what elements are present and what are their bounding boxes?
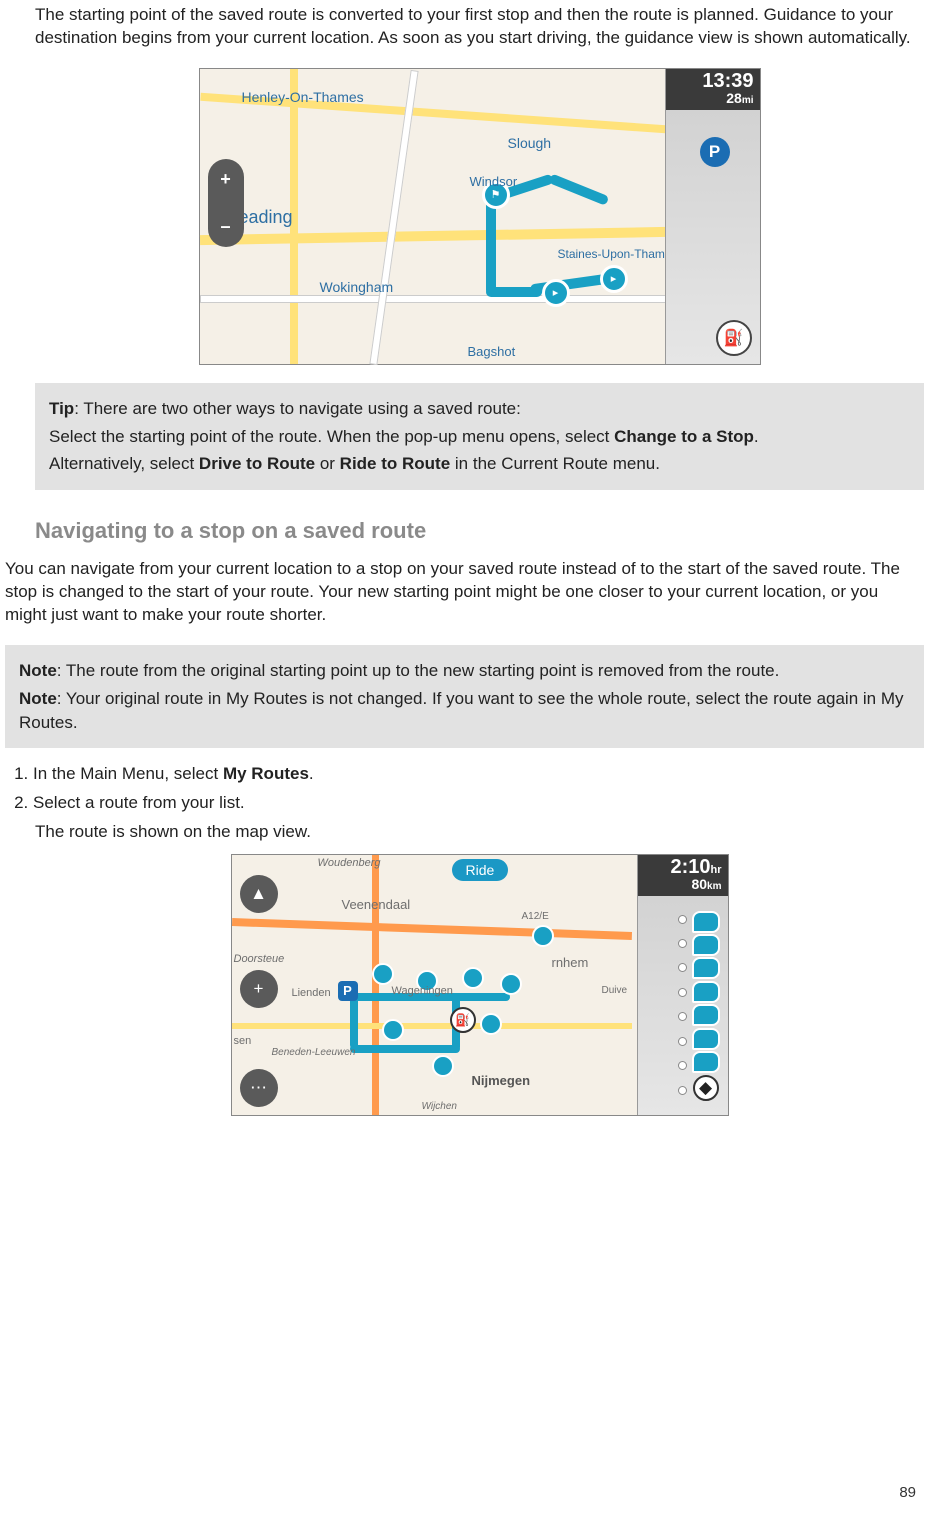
note-box: Note: The route from the original starti…	[5, 645, 924, 748]
parking-icon: P	[700, 137, 730, 167]
map-label: Veenendaal	[342, 897, 411, 912]
map-label: Slough	[508, 135, 552, 151]
map-screenshot-1: ⚑ ▸ ▸ Henley-On-Thames Slough Windsor Re…	[199, 68, 761, 365]
map-label: Bagshot	[468, 344, 516, 359]
map-label: Duive	[602, 985, 628, 996]
tip-box: Tip: There are two other ways to navigat…	[35, 383, 924, 490]
fuel-icon: ⛽	[450, 1007, 476, 1033]
map-label: Wokingham	[320, 279, 394, 295]
map-label: Wijchen	[422, 1101, 457, 1112]
parking-icon: P	[338, 981, 358, 1001]
eta-distance: 28mi	[672, 91, 754, 106]
ride-button[interactable]: Ride	[452, 859, 509, 881]
eta-time: 13:39	[672, 71, 754, 91]
map-screenshot-2: P ⛽ Ride Woudenberg Veenendaal A12/E Doo…	[231, 854, 729, 1116]
map-label: A12/E	[522, 911, 549, 922]
flag-pin-icon: ▸	[542, 279, 570, 307]
map-label: Woudenberg	[318, 857, 381, 869]
section-heading: Navigating to a stop on a saved route	[35, 518, 924, 544]
map-label: Windsor	[470, 174, 518, 189]
zoom-in-icon[interactable]: +	[220, 169, 231, 190]
map-label: Staines-Upon-Thames	[558, 247, 678, 261]
flag-pin-icon: ▸	[600, 265, 628, 293]
menu-icon[interactable]: ⋯	[240, 1069, 278, 1107]
page-number: 89	[899, 1484, 916, 1501]
step-subtext: The route is shown on the map view.	[35, 820, 924, 844]
map-label: Doorsteue	[234, 953, 285, 965]
map-label: Wageningen	[392, 985, 453, 997]
eta-time: 2:10hr	[644, 857, 722, 877]
map-label: Beneden-Leeuwen	[272, 1047, 356, 1058]
zoom-in-icon[interactable]: +	[240, 970, 278, 1008]
map-label: rnhem	[552, 955, 589, 970]
map-label: Lienden	[292, 987, 331, 999]
intro-paragraph: The starting point of the saved route is…	[35, 4, 924, 50]
zoom-control[interactable]: + –	[208, 159, 244, 247]
map-sidebar: 13:39 28mi P ⛽	[665, 69, 760, 364]
compass-icon[interactable]: ▲	[240, 875, 278, 913]
eta-distance: 80km	[644, 877, 722, 892]
map-label: sen	[234, 1035, 252, 1047]
fuel-icon: ⛽	[716, 320, 752, 356]
step-item: In the Main Menu, select My Routes.	[33, 762, 924, 787]
section-paragraph: You can navigate from your current locat…	[5, 558, 924, 627]
map-label: Nijmegen	[472, 1073, 531, 1088]
map-sidebar: 2:10hr 80km ◆	[637, 855, 728, 1115]
map-label: Henley-On-Thames	[242, 89, 364, 105]
step-item: Select a route from your list.	[33, 791, 924, 816]
zoom-out-icon[interactable]: –	[220, 216, 230, 237]
